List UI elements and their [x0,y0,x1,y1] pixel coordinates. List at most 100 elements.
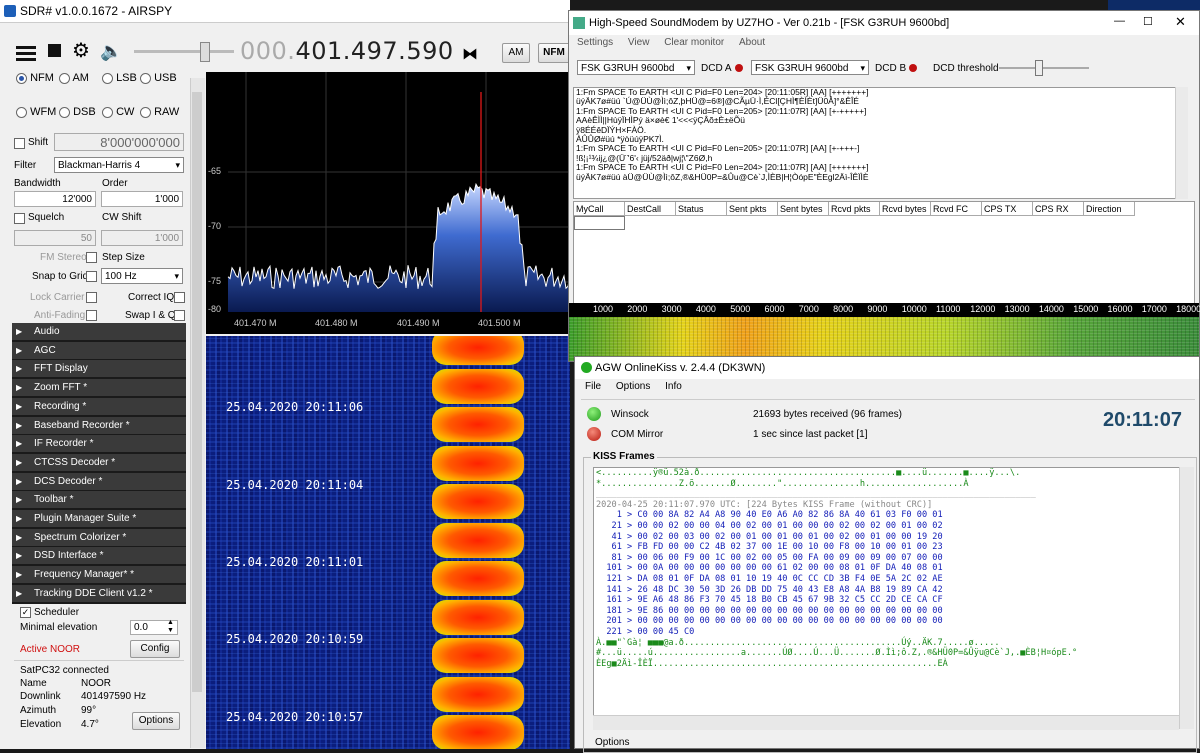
cw-shift-input[interactable]: 1'000 [101,230,183,246]
shift-value[interactable]: 8'000'000'000 [54,133,184,151]
squelch-input[interactable]: 50 [14,230,96,246]
table-column-header[interactable]: CPS RX [1033,202,1084,216]
snap-to-grid-checkbox[interactable] [86,271,97,282]
mode-lsb[interactable]: LSB [102,72,137,84]
winsock-status-led [587,407,601,421]
table-column-header[interactable]: Sent bytes [778,202,829,216]
plugin-header[interactable]: ▶ Toolbar * [12,491,186,511]
speaker-icon[interactable]: 🔈 [100,41,122,61]
frequency-display[interactable]: 000.401.497.590 [240,37,454,65]
mode-nfm[interactable]: NFM [16,72,54,84]
mode-dsb[interactable]: DSB [59,106,96,118]
divider [581,399,1195,400]
squelch-checkbox[interactable] [14,213,25,224]
swap-iq-checkbox[interactable] [174,310,185,321]
swap-arrows-icon[interactable]: ⧓ [462,44,478,64]
squelch-label: Squelch [28,212,65,223]
filter-select[interactable]: Blackman-Harris 4 [54,157,184,173]
menu-clear-monitor[interactable]: Clear monitor [664,37,724,48]
plugin-header[interactable]: ▶ Spectrum Colorizer * [12,528,186,548]
options-button[interactable]: Options [132,712,180,730]
stop-icon[interactable] [48,44,61,57]
plugin-header[interactable]: ▶ Tracking DDE Client v1.2 * [12,584,186,604]
spectrum-display[interactable]: -65 -70 -75 -80 401.470 M 401.480 M 401.… [206,72,570,334]
plugin-header[interactable]: ▶ FFT Display [12,360,186,380]
shift-checkbox[interactable] [14,138,25,149]
spin-icon[interactable]: ▲ ▼ [167,619,174,635]
left-panel-scroll-thumb[interactable] [192,92,202,692]
table-column-header[interactable]: MyCall [574,202,625,216]
connections-table[interactable]: MyCall DestCall Status Sent pkts Sent bytes R… [573,201,1195,306]
kiss-vertical-scrollbar[interactable] [1179,467,1194,729]
table-row[interactable] [574,216,625,230]
modem-a-select[interactable]: FSK G3RUH 9600bd [577,60,695,76]
mode-label: USB [154,72,177,84]
plugin-header[interactable]: ▶ Zoom FFT * [12,379,186,399]
table-column-header[interactable]: Direction [1084,202,1135,216]
bandwidth-input[interactable]: 12'000 [14,191,96,207]
table-column-header[interactable]: DestCall [625,202,676,216]
volume-slider-knob[interactable] [200,42,210,62]
scheduler-checkbox[interactable] [20,607,31,618]
gear-icon[interactable]: ⚙ [72,41,90,61]
table-column-header[interactable]: Rcvd pkts [829,202,880,216]
config-button[interactable]: Config [130,640,180,658]
am-button[interactable]: AM [502,43,530,63]
plugin-header[interactable]: ▶ CTCSS Decoder * [12,453,186,473]
step-size-value: 100 Hz [105,271,137,282]
plugin-header[interactable]: ▶ Frequency Manager* * [12,566,186,586]
menu-about[interactable]: About [739,37,765,48]
table-column-header[interactable]: Status [676,202,727,216]
audio-spectrum-scale: 1000 2000 3000 4000 5000 6000 7000 8000 9000 1000… [569,303,1200,317]
volume-slider-track[interactable] [134,50,234,53]
radio-icon [102,106,113,118]
menu-icon[interactable] [16,46,36,49]
plugin-header[interactable]: ▶ AGC [12,341,186,361]
table-column-header[interactable]: CPS TX [982,202,1033,216]
plugin-header[interactable]: ▶ Audio [12,323,186,342]
menu-view[interactable]: View [628,37,650,48]
anti-fading-checkbox[interactable] [86,310,97,321]
mode-cw[interactable]: CW [102,106,134,118]
menu-settings[interactable]: Settings [577,37,613,48]
slider-knob[interactable] [1035,60,1043,76]
expand-arrow-icon: ▶ [16,514,23,523]
menu-options[interactable]: Options [616,381,650,392]
com-mirror-status: 1 sec since last packet [1] [753,429,868,440]
table-column-header[interactable]: Rcvd FC [931,202,982,216]
fm-stereo-checkbox[interactable] [86,252,97,263]
monitor-log[interactable]: 1:Fm SPACE To EARTH <UI C Pid=F0 Len=204… [573,87,1181,199]
close-icon[interactable]: ✕ [1175,14,1186,30]
lock-carrier-checkbox[interactable] [86,292,97,303]
monitor-scrollbar[interactable] [1175,87,1188,199]
plugin-header[interactable]: ▶ IF Recorder * [12,435,186,455]
mode-wfm[interactable]: WFM [16,106,56,118]
menu-file[interactable]: File [585,381,601,392]
mode-raw[interactable]: RAW [140,106,179,118]
minimize-icon[interactable]: — [1114,15,1125,27]
waterfall-display[interactable]: 25.04.2020 20:11:06 25.04.2020 20:11:04 … [206,336,570,749]
modem-b-select[interactable]: FSK G3RUH 9600bd [751,60,869,76]
correct-iq-checkbox[interactable] [174,292,185,303]
kiss-frames-log[interactable]: <..........ÿ®ü.52à.ð....................… [593,467,1193,729]
step-size-select[interactable]: 100 Hz [101,268,183,284]
nfm-button[interactable]: NFM [538,43,570,63]
plugin-header[interactable]: ▶ Plugin Manager Suite * [12,510,186,529]
mode-am[interactable]: AM [59,72,89,84]
kiss-horizontal-scrollbar[interactable] [593,715,1179,730]
radio-icon [102,72,113,84]
maximize-icon[interactable]: ☐ [1143,15,1153,28]
menu-info[interactable]: Info [665,381,682,392]
plugin-header[interactable]: ▶ DCS Decoder * [12,472,186,492]
plugin-header[interactable]: ▶ Baseband Recorder * [12,416,186,436]
dcd-threshold-slider[interactable] [999,57,1089,77]
plugin-header[interactable]: ▶ Recording * [12,397,186,417]
table-column-header[interactable]: Rcvd bytes [880,202,931,216]
table-column-header[interactable]: Sent pkts [727,202,778,216]
plugin-header[interactable]: ▶ DSD Interface * [12,547,186,567]
filter-label: Filter [14,160,37,171]
mode-usb[interactable]: USB [140,72,177,84]
expand-arrow-icon: ▶ [16,570,23,580]
order-input[interactable]: 1'000 [101,191,183,207]
y-tick: -80 [208,304,221,314]
